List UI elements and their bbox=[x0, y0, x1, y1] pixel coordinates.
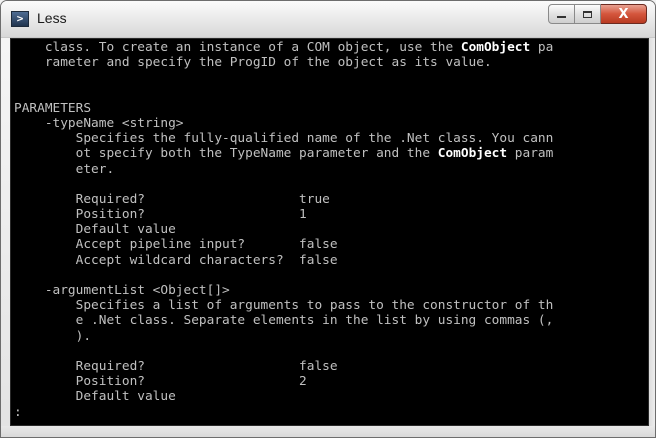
console-line: e .Net class. Separate elements in the l… bbox=[14, 313, 554, 329]
console-keyword: ComObject bbox=[460, 40, 531, 55]
console-line: Accept pipeline input? false bbox=[14, 237, 553, 252]
console-text: Specifies the fully-qualified name of th… bbox=[14, 131, 554, 147]
window-right-edge bbox=[649, 38, 655, 426]
title-bar[interactable]: > Less X bbox=[1, 1, 655, 38]
console-text: pa bbox=[530, 40, 554, 55]
console-text: ). bbox=[14, 328, 92, 344]
console-text: rameter and specify the ProgID of the ob… bbox=[14, 55, 492, 71]
maximize-button[interactable] bbox=[575, 4, 601, 24]
window-title: Less bbox=[37, 10, 67, 26]
close-icon: X bbox=[618, 6, 629, 22]
console-text: param bbox=[507, 146, 554, 162]
console-line: Default value bbox=[14, 222, 553, 237]
console-line: ot specify both the TypeName parameter a… bbox=[14, 146, 554, 162]
minimize-button[interactable] bbox=[548, 4, 575, 24]
console-line: rameter and specify the ProgID of the ob… bbox=[14, 55, 553, 70]
console-text: Required? false bbox=[14, 358, 338, 374]
console-line: Required? true bbox=[14, 192, 553, 207]
console-text: Accept pipeline input? false bbox=[14, 237, 338, 253]
console-line: Specifies a list of arguments to pass to… bbox=[14, 298, 554, 314]
console-text: e .Net class. Separate elements in the l… bbox=[14, 313, 554, 329]
console-text: eter. bbox=[14, 161, 115, 177]
less-prompt[interactable]: : bbox=[14, 405, 22, 420]
console-text: Required? true bbox=[14, 191, 330, 207]
console-line: PARAMETERS bbox=[14, 101, 553, 116]
console-output[interactable]: class. To create an instance of a COM ob… bbox=[10, 38, 649, 426]
console-line: Position? 2 bbox=[14, 374, 553, 389]
console-line: Required? false bbox=[14, 359, 553, 374]
console-line: -argumentList <Object[]> bbox=[14, 283, 553, 298]
console-text: Position? 1 bbox=[14, 207, 307, 223]
close-button[interactable]: X bbox=[601, 4, 647, 24]
console-text: Accept wildcard characters? false bbox=[14, 252, 338, 268]
minimize-icon bbox=[557, 16, 566, 18]
console-line: -typeName <string> bbox=[14, 116, 553, 131]
console-text: Specifies a list of arguments to pass to… bbox=[14, 298, 554, 314]
console-line: : bbox=[14, 405, 553, 420]
console-text: Position? 2 bbox=[14, 374, 307, 390]
console-line: ). bbox=[14, 329, 553, 344]
window-controls: X bbox=[548, 4, 647, 24]
console-text: -argumentList <Object[]> bbox=[14, 283, 230, 298]
powershell-icon[interactable]: > bbox=[11, 11, 29, 27]
window-bottom-edge bbox=[1, 426, 655, 437]
console-text: PARAMETERS bbox=[14, 100, 92, 116]
console-text: -typeName <string> bbox=[14, 115, 184, 131]
console-keyword: ComObject bbox=[437, 146, 508, 162]
console-line: Default value bbox=[14, 389, 553, 404]
console-line: class. To create an instance of a COM ob… bbox=[14, 40, 554, 55]
console-text: Default value bbox=[14, 389, 176, 405]
console-line: Position? 1 bbox=[14, 207, 553, 222]
less-window: > Less X class. To create an instance of… bbox=[0, 0, 656, 438]
console-line: eter. bbox=[14, 162, 553, 177]
console-line: Accept wildcard characters? false bbox=[14, 253, 553, 268]
console-line: Specifies the fully-qualified name of th… bbox=[14, 131, 554, 147]
maximize-icon bbox=[583, 10, 592, 18]
console-text: ot specify both the TypeName parameter a… bbox=[14, 146, 438, 162]
console-text: class. To create an instance of a COM ob… bbox=[14, 40, 461, 55]
console-lines: class. To create an instance of a COM ob… bbox=[14, 40, 553, 420]
console-text: Default value bbox=[14, 222, 176, 238]
